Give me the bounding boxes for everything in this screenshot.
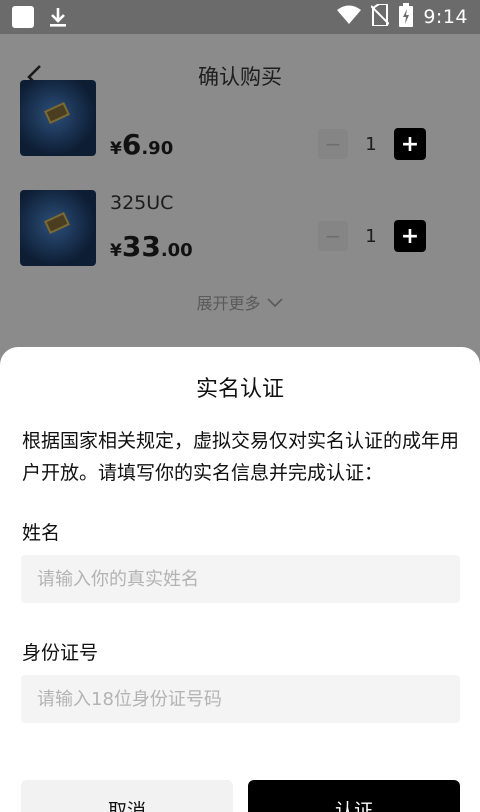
quantity-value: 1: [365, 225, 377, 247]
status-bar: 9:14: [0, 0, 480, 34]
decrease-button[interactable]: −: [318, 129, 348, 159]
product-thumbnail: [20, 190, 96, 266]
increase-button[interactable]: +: [394, 128, 426, 160]
quantity-stepper: − 1 +: [318, 220, 426, 252]
product-price: ¥33.00: [110, 230, 193, 263]
notification-square-icon: [12, 6, 34, 28]
real-name-verification-sheet: 实名认证 根据国家相关规定，虚拟交易仅对实名认证的成年用户开放。请填写你的实名信…: [0, 347, 480, 812]
cancel-button[interactable]: 取消: [21, 780, 233, 812]
expand-more-link[interactable]: 展开更多: [0, 290, 480, 314]
download-icon: [48, 6, 68, 28]
quantity-value: 1: [365, 133, 377, 155]
name-label: 姓名: [22, 522, 61, 544]
no-sim-icon: [370, 2, 391, 31]
modal-description: 根据国家相关规定，虚拟交易仅对实名认证的成年用户开放。请填写你的实名信息并完成认…: [22, 430, 460, 484]
chevron-down-icon: [266, 294, 284, 313]
name-input[interactable]: [21, 555, 460, 603]
product-price: ¥6.90: [110, 128, 174, 161]
wifi-icon: [337, 5, 362, 30]
verify-button[interactable]: 认证: [248, 780, 460, 812]
product-row: ¥6.90 − 1 +: [20, 80, 440, 170]
product-name: 325UC: [110, 192, 174, 214]
decrease-button[interactable]: −: [318, 221, 348, 251]
product-row: 325UC ¥33.00 − 1 +: [20, 190, 440, 270]
quantity-stepper: − 1 +: [318, 128, 426, 160]
page-title: 确认购买: [198, 65, 282, 89]
battery-charging-icon: [399, 2, 414, 32]
increase-button[interactable]: +: [394, 220, 426, 252]
id-number-input[interactable]: [21, 675, 460, 723]
status-time: 9:14: [423, 6, 468, 28]
id-number-label: 身份证号: [22, 642, 99, 664]
product-thumbnail: [20, 80, 96, 156]
modal-title: 实名认证: [195, 377, 284, 402]
expand-more-label: 展开更多: [196, 294, 261, 313]
